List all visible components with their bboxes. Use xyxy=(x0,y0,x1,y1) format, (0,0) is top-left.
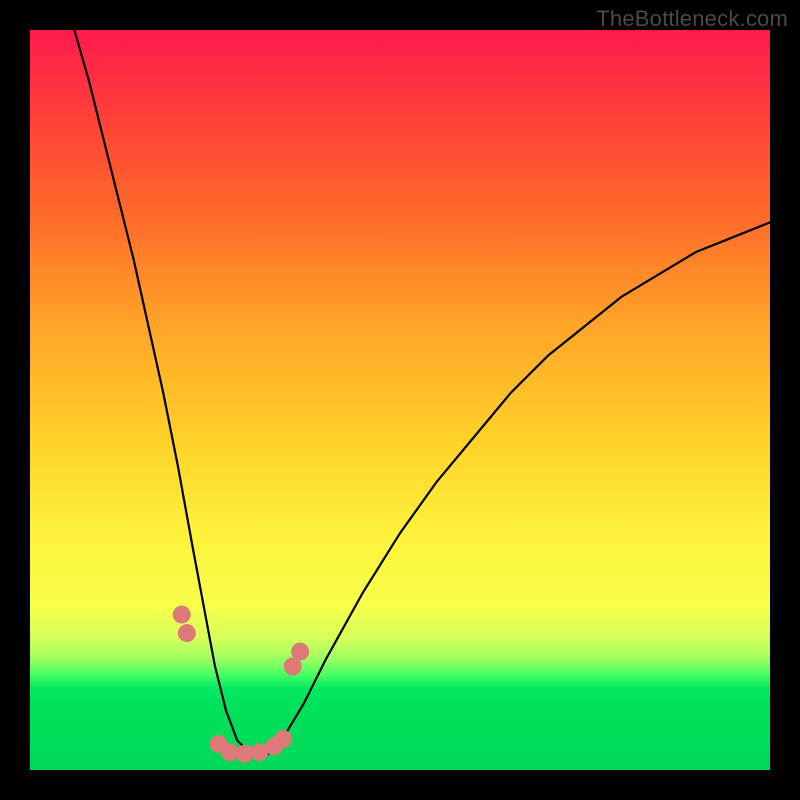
data-marker xyxy=(291,643,309,661)
bottleneck-curve xyxy=(74,30,770,755)
chart-frame: TheBottleneck.com xyxy=(0,0,800,800)
marker-group xyxy=(173,606,309,763)
plot-area xyxy=(30,30,770,770)
data-marker xyxy=(178,624,196,642)
data-marker xyxy=(173,606,191,624)
data-marker xyxy=(274,730,292,748)
watermark-text: TheBottleneck.com xyxy=(596,6,788,32)
chart-svg xyxy=(30,30,770,770)
